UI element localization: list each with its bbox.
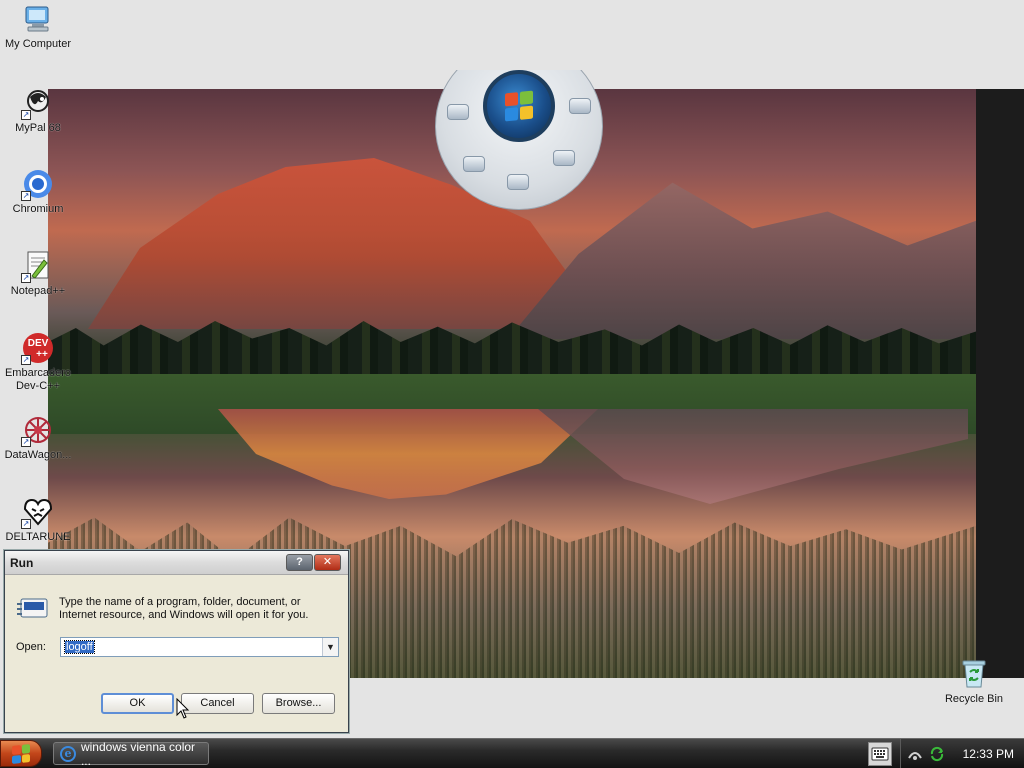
orb-launcher-widget[interactable] <box>435 70 603 210</box>
desktop-icon-label: MyPal 68 <box>15 122 61 134</box>
windows-flag-icon <box>12 743 30 764</box>
open-input-value: logoff <box>64 640 95 654</box>
computer-icon <box>21 2 55 36</box>
desktop-icon-label: Embarcadero Dev-C++ <box>4 367 72 392</box>
shortcut-arrow-icon: ↗ <box>21 355 31 365</box>
shortcut-arrow-icon: ↗ <box>21 273 31 283</box>
desktop-icon-label: Notepad++ <box>10 285 66 297</box>
notepadpp-icon: ↗ <box>21 249 55 283</box>
open-input[interactable]: logoff <box>61 640 322 654</box>
deltarune-icon: ↗ <box>21 495 55 529</box>
mypal-icon: ↗ <box>21 86 55 120</box>
network-icon[interactable] <box>907 746 923 762</box>
taskbar-task-browser[interactable]: e windows vienna color ... <box>53 739 209 768</box>
desktop-icon-mypal[interactable]: ↗ MyPal 68 <box>0 86 76 135</box>
desktop-icon-label: Chromium <box>12 203 64 215</box>
shortcut-arrow-icon: ↗ <box>21 110 31 120</box>
browse-button[interactable]: Browse... <box>262 693 335 714</box>
orb-drive-icon[interactable] <box>463 156 485 172</box>
desktop-icon-chromium[interactable]: ↗ Chromium <box>0 167 76 216</box>
open-combobox[interactable]: logoff ▼ <box>60 637 339 657</box>
internet-explorer-icon: e <box>60 745 76 762</box>
desktop-icon-notepadpp[interactable]: ↗ Notepad++ <box>0 249 76 298</box>
desktop-icon-datawagon[interactable]: ↗ DataWagon... <box>0 413 76 462</box>
cancel-button[interactable]: Cancel <box>181 693 254 714</box>
desktop-icon-label: My Computer <box>4 38 72 50</box>
desktop-icon-my-computer[interactable]: My Computer <box>0 2 76 51</box>
desktop-icon-label: DataWagon... <box>4 449 72 461</box>
shortcut-arrow-icon: ↗ <box>21 519 31 529</box>
orb-computer-icon[interactable] <box>569 98 591 114</box>
start-button[interactable] <box>0 740 42 767</box>
shortcut-arrow-icon: ↗ <box>21 191 31 201</box>
open-label: Open: <box>16 641 46 653</box>
svg-text:++: ++ <box>36 349 48 360</box>
task-label: windows vienna color ... <box>80 739 196 768</box>
close-button[interactable]: ✕ <box>314 554 341 571</box>
svg-text:DEV: DEV <box>28 338 49 349</box>
taskbar: e windows vienna color ... 12:33 PM <box>0 738 1024 768</box>
datawagon-icon: ↗ <box>21 413 55 447</box>
ok-button[interactable]: OK <box>101 693 174 714</box>
windows-flag-icon <box>505 90 533 122</box>
run-dialog-description: Type the name of a program, folder, docu… <box>59 596 309 621</box>
help-button[interactable]: ? <box>286 554 313 571</box>
orb-network-icon[interactable] <box>507 174 529 190</box>
wallpaper-reflection-right <box>538 409 968 504</box>
desktop-icon-recycle-bin[interactable]: Recycle Bin <box>936 657 1012 706</box>
run-program-icon <box>17 596 49 620</box>
wallpaper-border <box>976 89 1024 678</box>
sync-icon[interactable] <box>929 746 945 762</box>
devcpp-icon: DEV ++ ↗ <box>21 331 55 365</box>
desktop-icon-devcpp[interactable]: DEV ++ ↗ Embarcadero Dev-C++ <box>0 331 76 393</box>
chromium-icon: ↗ <box>21 167 55 201</box>
shortcut-arrow-icon: ↗ <box>21 437 31 447</box>
run-dialog-title: Run <box>10 555 34 570</box>
wallpaper-reflection-left <box>218 409 598 499</box>
desktop-icon-deltarune[interactable]: ↗ DELTARUNE <box>0 495 76 544</box>
orb-disk-icon[interactable] <box>553 150 575 166</box>
recycle-bin-icon <box>957 657 991 691</box>
mouse-pointer-icon <box>176 698 190 719</box>
keyboard-icon[interactable] <box>868 742 892 766</box>
orb-folder-icon[interactable] <box>447 104 469 120</box>
taskbar-clock[interactable]: 12:33 PM <box>963 747 1014 761</box>
desktop-icon-label: Recycle Bin <box>944 693 1004 705</box>
run-dialog-titlebar[interactable]: Run ? ✕ <box>5 551 348 575</box>
orb-start-button[interactable] <box>483 70 555 142</box>
desktop-icon-label: DELTARUNE <box>5 531 71 543</box>
system-tray: 12:33 PM <box>900 739 1024 768</box>
chevron-down-icon[interactable]: ▼ <box>322 638 338 656</box>
